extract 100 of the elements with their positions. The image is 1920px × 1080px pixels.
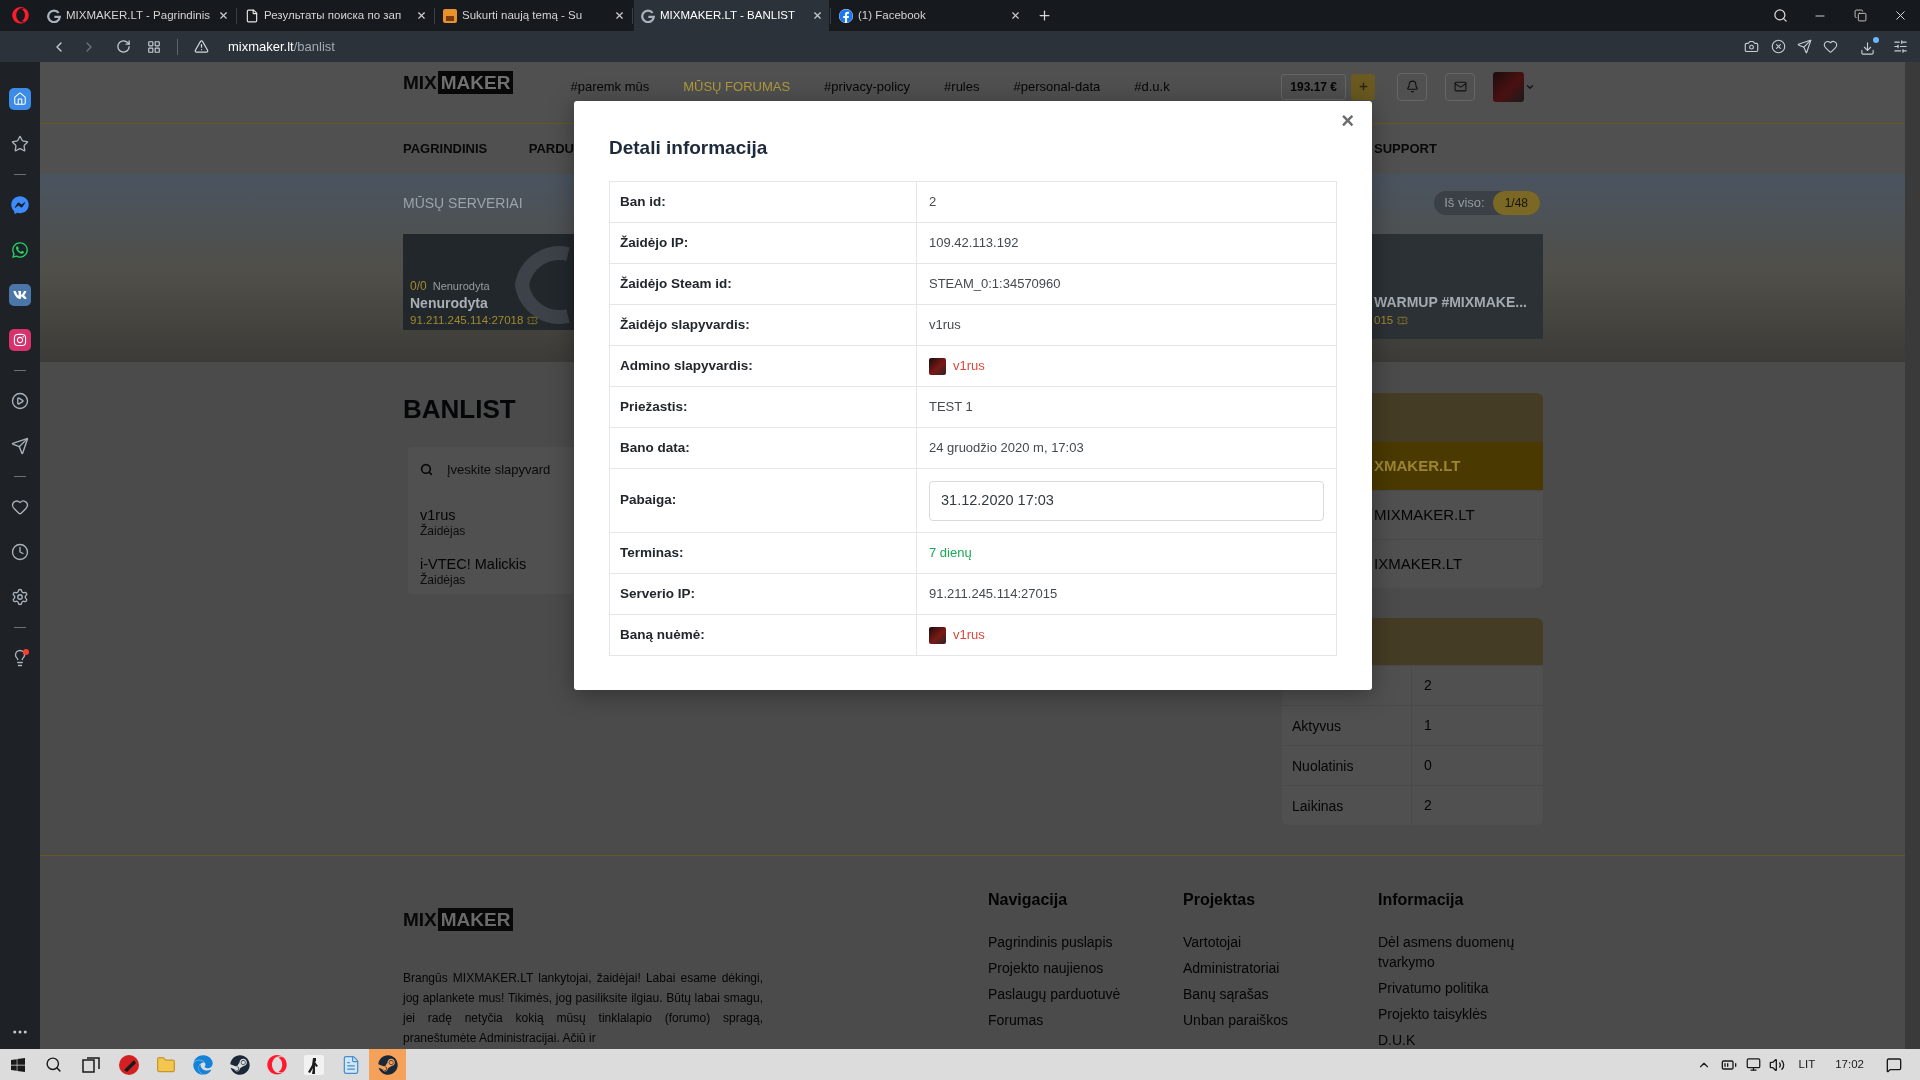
monitor-icon[interactable]	[1745, 1057, 1761, 1072]
user-link[interactable]: v1rus	[953, 625, 985, 645]
vk-icon[interactable]	[9, 284, 31, 306]
clock-icon[interactable]	[11, 543, 29, 561]
reload-icon[interactable]	[116, 39, 131, 54]
player-role: Žaidėjas	[420, 524, 466, 538]
browser-tab[interactable]: MIXMAKER.LT - BANLIST	[634, 0, 829, 31]
nav-link[interactable]: SUPPORT	[1374, 139, 1437, 159]
stats-label: Laikinas	[1292, 796, 1344, 816]
footer-link[interactable]: Pagrindinis puslapis	[988, 932, 1113, 952]
bell-icon	[1405, 80, 1419, 93]
footer-heading: Projektas	[1183, 890, 1256, 910]
page-heading: BANLIST	[403, 395, 516, 423]
footer-heading: Informacija	[1378, 890, 1464, 910]
download-icon[interactable]	[1860, 37, 1879, 56]
steam-icon	[377, 1054, 398, 1075]
modal-title: Detali informacija	[609, 136, 768, 160]
close-icon[interactable]	[416, 10, 427, 21]
task-view-icon[interactable]	[81, 1056, 100, 1073]
opera-logo-icon[interactable]	[11, 7, 29, 24]
footer-link[interactable]: Privatumo politika	[1378, 978, 1489, 998]
detail-label: Ban id:	[620, 192, 666, 211]
footer-link[interactable]: Paslaugų parduotuvė	[988, 984, 1121, 1004]
balance-display[interactable]: 193.17 €	[1281, 73, 1346, 100]
heart-icon[interactable]	[1823, 39, 1838, 54]
g-letter-icon	[47, 8, 61, 23]
detail-value: 109.42.113.192	[929, 234, 1019, 253]
sliders-icon[interactable]	[1893, 39, 1908, 54]
header-link[interactable]: #personal-data	[1013, 76, 1101, 97]
speech-bubble-icon[interactable]	[1886, 1056, 1902, 1073]
taskbar-button[interactable]	[369, 1049, 406, 1080]
header-link[interactable]: #d.u.k	[1134, 76, 1170, 97]
avatar-placeholder	[929, 626, 946, 644]
detail-label: Žaidėjo Steam id:	[620, 274, 732, 293]
detail-label: Admino slapyvardis:	[620, 356, 753, 375]
close-icon[interactable]	[1010, 10, 1021, 21]
volume-icon[interactable]	[1768, 1056, 1785, 1073]
player-name[interactable]: v1rus	[420, 506, 456, 524]
address-field[interactable]: mixmaker.lt/banlist	[228, 36, 335, 57]
windows-logo-icon[interactable]	[9, 1056, 26, 1073]
steam-icon	[229, 1054, 250, 1075]
grid-icon[interactable]	[147, 39, 161, 54]
header-link[interactable]: #privacy-policy	[824, 76, 911, 97]
language-indicator[interactable]: LIT	[1798, 1055, 1816, 1074]
server-card[interactable]: 0/0 Nenurodyta Nenurodyta 91.211.245.114:27018	[403, 234, 574, 330]
footer-link[interactable]: D.U.K	[1378, 1030, 1416, 1049]
ticket-icon	[527, 314, 539, 326]
g-letter-icon	[641, 8, 655, 23]
whatsapp-icon[interactable]	[11, 241, 29, 259]
stats-value: 2	[1424, 796, 1432, 815]
footer-link[interactable]: Dėl asmens duomenų tvarkymo	[1378, 932, 1543, 972]
stats-value: 1	[1424, 716, 1432, 735]
detail-value: STEAM_0:1:34570960	[929, 275, 1061, 294]
close-icon[interactable]	[812, 10, 823, 21]
warning-icon[interactable]	[194, 39, 209, 54]
footer-link[interactable]: Banų sąrašas	[1183, 984, 1269, 1004]
circle-x-icon[interactable]	[1771, 39, 1786, 54]
search-icon[interactable]	[45, 1056, 62, 1073]
detail-label: Pabaiga:	[620, 491, 677, 510]
header-link[interactable]: #rules	[944, 76, 980, 97]
user-link[interactable]: v1rus	[953, 356, 985, 376]
footer-link[interactable]: Administratoriai	[1183, 958, 1280, 978]
notifications-button[interactable]	[1397, 72, 1427, 101]
detail-label: Žaidėjo IP:	[620, 233, 689, 252]
footer-text: Brangūs MIXMAKER.LT lankytojai, žaidėjai! Labai esame dėkingi, jog aplankete mus! Tikimės, jog pasiliksite ilgiau. Būtų labai smagu, jei radę netyčia kokią mūsų tinklalapio (forumo) spragą, praneštumėte Administracijai. Ačiū ir	[403, 970, 763, 1047]
header-link[interactable]: MŪSŲ FORUMAS	[683, 76, 791, 97]
messenger-icon[interactable]	[11, 196, 29, 214]
footer-link[interactable]: Forumas	[988, 1010, 1044, 1030]
heart-icon[interactable]	[11, 498, 29, 516]
player-name[interactable]: i-VTEC! Malickis	[420, 555, 527, 573]
detail-value: v1rus	[929, 316, 961, 335]
instagram-icon[interactable]	[9, 329, 31, 351]
footer-link[interactable]: Projekto taisyklės	[1378, 1004, 1487, 1024]
header-link[interactable]: #paremk mūs	[570, 76, 650, 97]
close-button[interactable]: ×	[1337, 108, 1358, 134]
new-tab-icon[interactable]	[1037, 8, 1052, 23]
date-field[interactable]: 31.12.2020 17:03	[929, 480, 1324, 521]
send-icon[interactable]	[1797, 39, 1812, 54]
folder-icon	[155, 1054, 176, 1075]
star-icon[interactable]	[11, 135, 29, 153]
close-icon[interactable]	[614, 10, 625, 21]
settings-icon[interactable]	[11, 588, 29, 606]
footer-link[interactable]: Vartotojai	[1183, 932, 1242, 952]
search-icon[interactable]	[1772, 8, 1788, 23]
search-field[interactable]: Įveskite slapyvard	[447, 457, 572, 481]
envelope-icon	[1453, 80, 1467, 93]
messages-button[interactable]	[1445, 72, 1475, 101]
footer-link[interactable]: Projekto naujienos	[988, 958, 1104, 978]
close-icon[interactable]	[218, 10, 229, 21]
map-name: Nenurodyta	[432, 279, 490, 294]
detail-label: Priežastis:	[620, 397, 688, 416]
clock-display[interactable]: 17:02	[1835, 1055, 1864, 1074]
play-icon[interactable]	[11, 392, 29, 410]
restore-icon[interactable]	[1853, 9, 1867, 22]
footer-link[interactable]: Unban paraiškos	[1183, 1010, 1289, 1030]
home-icon[interactable]	[9, 88, 31, 110]
send-icon[interactable]	[11, 437, 29, 455]
camera-icon[interactable]	[1744, 39, 1759, 54]
nav-link[interactable]: PAGRINDINIS	[403, 139, 488, 159]
nav-link[interactable]: PARDU	[528, 139, 574, 159]
